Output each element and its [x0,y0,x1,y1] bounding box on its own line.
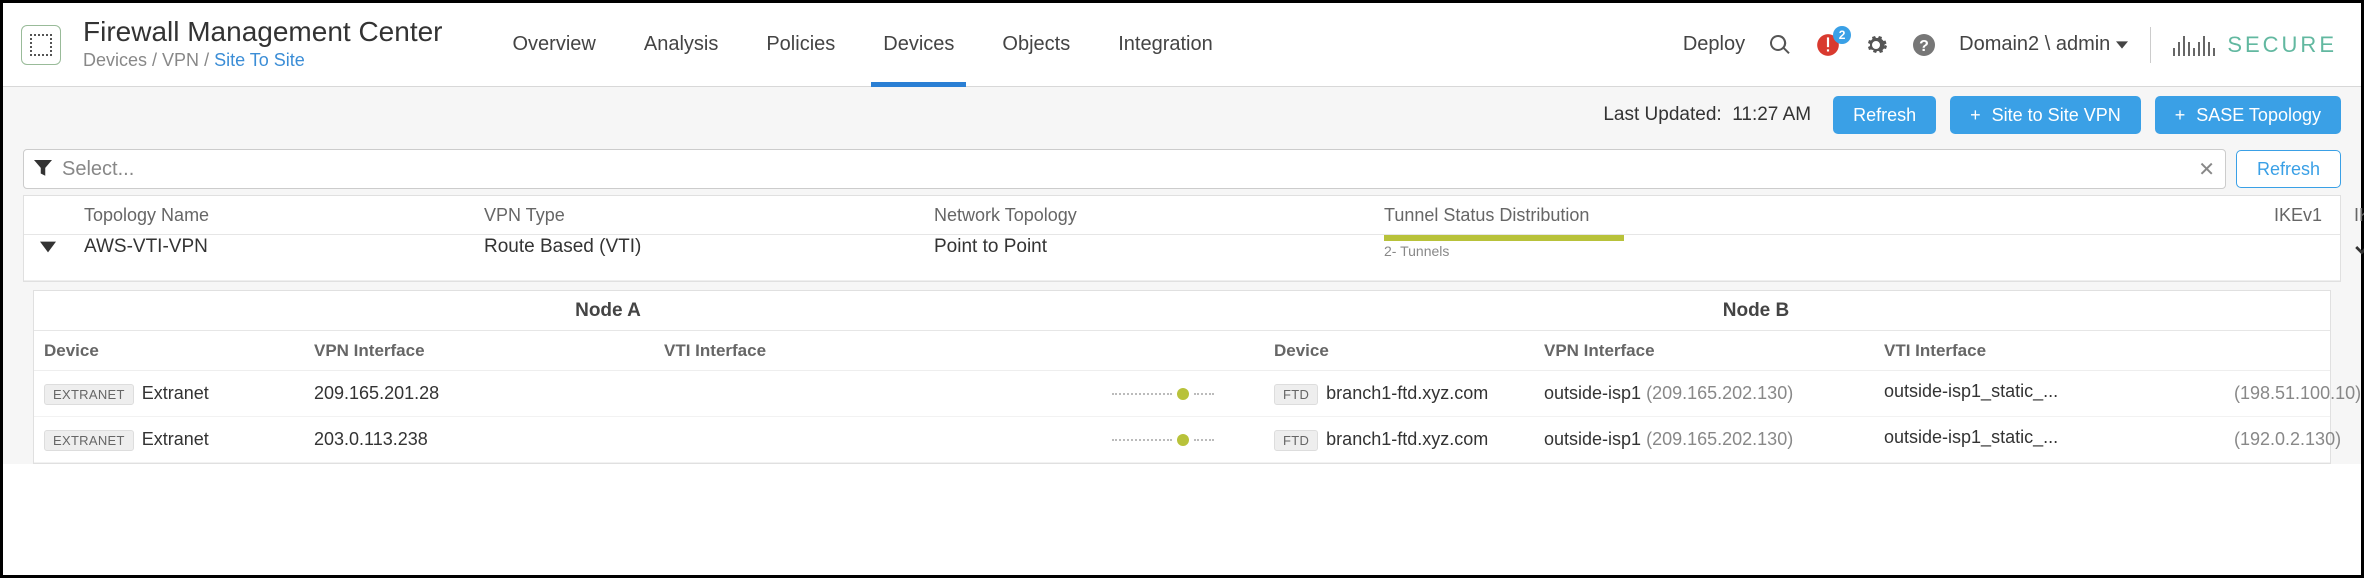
filter-row: Select... ✕ Refresh [3,143,2361,195]
table-header-row: Topology Name VPN Type Network Topology … [24,195,2340,235]
b-device: FTDbranch1-ftd.xyz.com [1274,429,1544,451]
filter-refresh-button[interactable]: Refresh [2236,150,2341,188]
header-right: Deploy 2 ? Domain2 \ admin SECURE [1683,27,2337,63]
cisco-secure-logo: SECURE [2173,32,2337,58]
b-vti-ip: (192.0.2.130) [2234,429,2364,450]
node-b-header: Node B [1182,300,2330,322]
col-a-device: Device [44,341,314,361]
b-device: FTDbranch1-ftd.xyz.com [1274,383,1544,405]
nav-integration[interactable]: Integration [1118,3,1213,87]
nav-policies[interactable]: Policies [766,3,835,87]
crumb-vpn[interactable]: VPN [162,50,199,70]
nav-overview[interactable]: Overview [513,3,596,87]
secure-word: SECURE [2227,32,2337,58]
cell-network-topology: Point to Point [934,236,1384,258]
logo-dotsquare-icon [30,34,52,56]
a-device: EXTRANETExtranet [44,383,314,405]
crumb-devices[interactable]: Devices [83,50,147,70]
ftd-tag: FTD [1274,430,1318,451]
refresh-button[interactable]: Refresh [1833,96,1936,134]
col-ikev1: IKEv1 [2274,205,2354,226]
sub-row: EXTRANETExtranet 203.0.113.238 FTDbranch… [34,417,2330,463]
alert-badge: 2 [1833,26,1851,44]
page-title: Firewall Management Center [83,16,443,48]
filter-icon [34,160,52,178]
col-b-vpn-if: VPN Interface [1544,341,1884,361]
extranet-tag: EXTRANET [44,430,134,451]
col-vpn-type: VPN Type [484,205,934,226]
chevron-down-icon [2116,41,2128,49]
top-header: Firewall Management Center Devices / VPN… [3,3,2361,87]
b-vpn-if: outside-isp1 (209.165.202.130) [1544,383,1884,404]
ikev2-check-icon [2354,238,2364,256]
b-vti-if: outside-isp1_static_... [1884,381,2234,407]
cisco-bars-icon [2173,34,2215,56]
sub-row: EXTRANETExtranet 209.165.201.28 FTDbranc… [34,371,2330,417]
user-label: Domain2 \ admin [1959,33,2110,56]
a-vpn-if: 203.0.113.238 [314,429,664,450]
filter-placeholder: Select... [62,158,134,181]
col-topology-name: Topology Name [84,205,484,226]
tunnel-count: 2- Tunnels [1384,243,1854,259]
a-device: EXTRANETExtranet [44,429,314,451]
extranet-tag: EXTRANET [44,384,134,405]
col-a-vpn-if: VPN Interface [314,341,664,361]
gear-icon[interactable] [1863,32,1889,58]
breadcrumb: Devices / VPN / Site To Site [83,50,443,71]
sub-nodes-header: Node A Node B [34,291,2330,331]
main-nav: Overview Analysis Policies Devices Objec… [513,3,1213,87]
tunnel-bar-icon [1384,235,1624,241]
col-b-vti-if: VTI Interface [1884,341,2234,361]
col-network-topology: Network Topology [934,205,1384,226]
b-vpn-if: outside-isp1 (209.165.202.130) [1544,429,1884,450]
clear-filter-icon[interactable]: ✕ [2198,157,2215,182]
app-logo [21,25,61,65]
main-table: Topology Name VPN Type Network Topology … [3,195,2361,282]
col-a-vti-if: VTI Interface [664,341,964,361]
last-updated: Last Updated: 11:27 AM [1603,104,1811,126]
nav-devices[interactable]: Devices [883,3,954,87]
link-status-icon [964,434,1274,446]
col-b-device: Device [1274,341,1544,361]
cell-tunnel-status: 2- Tunnels [1384,235,1854,259]
a-vpn-if: 209.165.201.28 [314,383,664,404]
alerts-icon[interactable]: 2 [1815,32,1841,58]
table-row: AWS-VTI-VPN Route Based (VTI) Point to P… [24,235,2340,281]
cell-topology-name: AWS-VTI-VPN [84,236,484,258]
node-a-header: Node A [34,300,1182,322]
filter-select[interactable]: Select... ✕ [23,149,2226,189]
sub-table: Node A Node B Device VPN Interface VTI I… [3,282,2361,464]
ftd-tag: FTD [1274,384,1318,405]
divider [2150,27,2151,63]
expand-row-toggle[interactable] [34,241,84,253]
help-icon[interactable]: ? [1911,32,1937,58]
cell-vpn-type: Route Based (VTI) [484,236,934,258]
col-ikev2: IKEv2 [2354,205,2364,226]
b-vti-if: outside-isp1_static_... [1884,427,2234,453]
title-block: Firewall Management Center Devices / VPN… [83,18,443,71]
add-s2s-vpn-button[interactable]: + Site to Site VPN [1950,96,2141,134]
add-sase-topology-button[interactable]: + SASE Topology [2155,96,2341,134]
deploy-link[interactable]: Deploy [1683,33,1745,56]
user-menu[interactable]: Domain2 \ admin [1959,33,2128,56]
nav-objects[interactable]: Objects [1002,3,1070,87]
search-icon[interactable] [1767,32,1793,58]
col-tunnel-status: Tunnel Status Distribution [1384,205,1854,226]
sub-columns-header: Device VPN Interface VTI Interface Devic… [34,331,2330,371]
b-vti-ip: (198.51.100.10) [2234,383,2364,404]
action-toolbar: Last Updated: 11:27 AM Refresh + Site to… [3,87,2361,143]
nav-analysis[interactable]: Analysis [644,3,718,87]
svg-text:?: ? [1919,38,1929,55]
crumb-site-to-site[interactable]: Site To Site [214,50,305,70]
link-status-icon [964,388,1274,400]
